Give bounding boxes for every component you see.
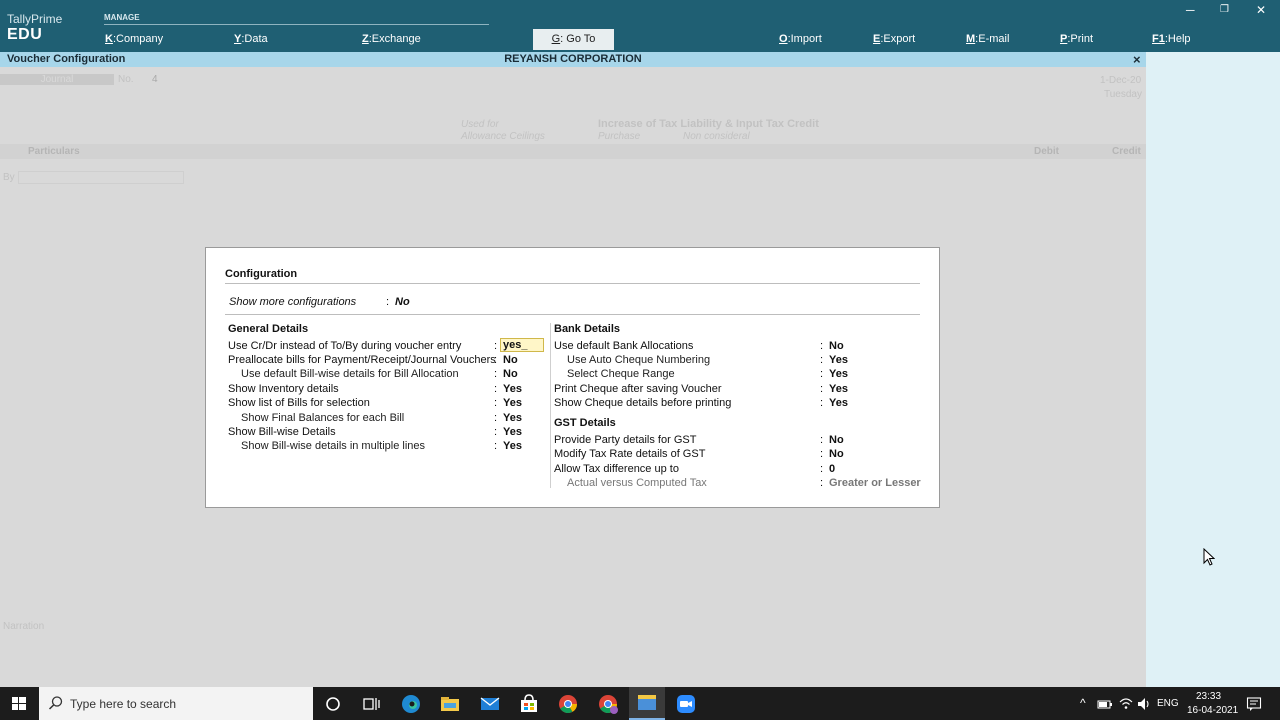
menu-company[interactable]: K:Company (105, 33, 163, 45)
config-row[interactable]: Provide Party details for GST : No (554, 434, 924, 448)
edge-browser-icon[interactable] (399, 692, 423, 716)
task-view-icon[interactable] (359, 692, 383, 716)
file-explorer-icon[interactable] (438, 692, 462, 716)
dialog-title: Configuration (225, 268, 298, 280)
config-row[interactable]: Allow Tax difference up to : 0 (554, 463, 924, 477)
window-close-icon[interactable]: ✕ (1256, 3, 1266, 17)
column-divider (550, 323, 551, 488)
search-icon (48, 696, 63, 710)
cortana-icon[interactable] (321, 692, 345, 716)
particulars-header: Particulars Debit Credit (0, 144, 1146, 159)
config-row[interactable]: Modify Tax Rate details of GST : No (554, 448, 924, 462)
used-for-label: Used for (461, 119, 499, 130)
configuration-dialog: Configuration Show more configurations :… (205, 247, 940, 508)
windows-taskbar: Type here to search ^ ENG 23:33 16-04-20… (0, 687, 1280, 720)
close-icon[interactable]: × (1133, 52, 1141, 67)
show-more-label: Show more configurations (229, 296, 357, 308)
voucher-day: Tuesday (1104, 89, 1142, 100)
menu-export[interactable]: E:Export (873, 33, 915, 45)
used-for-value-sub2: Non consideral (683, 131, 750, 142)
input-language[interactable]: ENG (1157, 698, 1179, 709)
screen-title: Voucher Configuration (7, 53, 126, 65)
tallyprime-taskbar-button[interactable] (629, 687, 665, 720)
windows-logo-icon (12, 697, 26, 710)
credit-label: Credit (1112, 146, 1141, 157)
mail-icon[interactable] (478, 692, 502, 716)
config-row: Actual versus Computed Tax : Greater or … (567, 477, 921, 489)
taskbar-search-box[interactable]: Type here to search (39, 687, 313, 720)
company-name: REYANSH CORPORATION (504, 53, 642, 65)
store-icon[interactable] (517, 692, 541, 716)
start-button[interactable] (0, 687, 38, 720)
particulars-label: Particulars (28, 146, 80, 157)
used-for-value-sub: Purchase (598, 131, 641, 142)
menu-print[interactable]: P:Print (1060, 33, 1093, 45)
show-more-value[interactable]: No (395, 296, 410, 308)
voucher-no-label: No. (118, 74, 134, 85)
tallyprime-icon (638, 695, 656, 710)
cr-dr-input[interactable]: yes_ (500, 338, 544, 352)
menu-section-divider (104, 24, 489, 25)
config-row[interactable]: Use Auto Cheque Numbering : Yes (554, 354, 924, 368)
show-hidden-icons-chevron-icon[interactable]: ^ (1080, 696, 1086, 710)
config-row[interactable]: Use default Bill-wise details for Bill A… (228, 368, 548, 382)
notifications-icon[interactable] (1246, 696, 1262, 712)
screen-title-bar: REYANSH CORPORATION Voucher Configuratio… (0, 52, 1146, 67)
menu-section-label: MANAGE (104, 13, 140, 22)
brand-name: TallyPrime (7, 12, 63, 26)
wifi-icon[interactable] (1118, 696, 1134, 712)
used-for-sub: Allowance Ceilings (461, 131, 545, 142)
narration-label: Narration (3, 621, 45, 632)
config-row[interactable]: Show Bill-wise Details : Yes (228, 426, 548, 440)
voucher-no-value: 4 (152, 74, 158, 85)
menu-email[interactable]: M:E-mail (966, 33, 1009, 45)
voucher-type: Journal (0, 74, 114, 85)
chrome-profile-icon[interactable] (596, 692, 620, 716)
config-row[interactable]: Preallocate bills for Payment/Receipt/Jo… (228, 354, 548, 368)
config-row[interactable]: Show Inventory details : Yes (228, 383, 548, 397)
options-divider (225, 314, 920, 315)
mouse-cursor-icon (1203, 548, 1215, 566)
config-row[interactable]: Show Cheque details before printing : Ye… (554, 397, 924, 411)
menu-import[interactable]: O:Import (779, 33, 822, 45)
bank-details-heading: Bank Details (554, 323, 621, 335)
top-menu-bar: TallyPrime EDU MANAGE K:Company Y:Data Z… (0, 0, 1280, 52)
restore-icon[interactable]: ❐ (1220, 4, 1229, 15)
button-panel (1146, 52, 1280, 687)
by-label: By (3, 172, 15, 183)
config-row[interactable]: Show Bill-wise details in multiple lines… (228, 440, 548, 454)
volume-icon[interactable] (1136, 696, 1152, 712)
gst-details-heading: GST Details (554, 417, 616, 429)
config-row[interactable]: Show Final Balances for each Bill : Yes (228, 412, 548, 426)
brand-edition: EDU (7, 26, 43, 43)
zoom-icon[interactable] (674, 692, 698, 716)
config-row[interactable]: Print Cheque after saving Voucher : Yes (554, 383, 924, 397)
general-details-heading: General Details (228, 323, 309, 335)
config-row[interactable]: Select Cheque Range : Yes (554, 368, 924, 382)
clock-date[interactable]: 16-04-2021 (1187, 705, 1238, 716)
config-row[interactable]: Use default Bank Allocations : No (554, 340, 924, 354)
chrome-icon[interactable] (556, 692, 580, 716)
title-divider (225, 283, 920, 284)
menu-goto[interactable]: G: Go To (533, 29, 614, 50)
search-placeholder: Type here to search (70, 697, 177, 711)
clock-time[interactable]: 23:33 (1196, 691, 1221, 702)
ledger-input (18, 171, 184, 184)
config-row[interactable]: Use Cr/Dr instead of To/By during vouche… (228, 338, 548, 354)
menu-help[interactable]: F1:Help (1152, 33, 1191, 45)
minimize-icon[interactable]: ─ (1186, 3, 1195, 17)
used-for-value: Increase of Tax Liability & Input Tax Cr… (598, 118, 819, 130)
config-row[interactable]: Show list of Bills for selection : Yes (228, 397, 548, 411)
voucher-date: 1-Dec-20 (1100, 75, 1142, 86)
debit-label: Debit (1034, 146, 1059, 157)
menu-exchange[interactable]: Z:Exchange (362, 33, 421, 45)
battery-icon[interactable] (1097, 696, 1113, 712)
menu-data[interactable]: Y:Data (234, 33, 268, 45)
